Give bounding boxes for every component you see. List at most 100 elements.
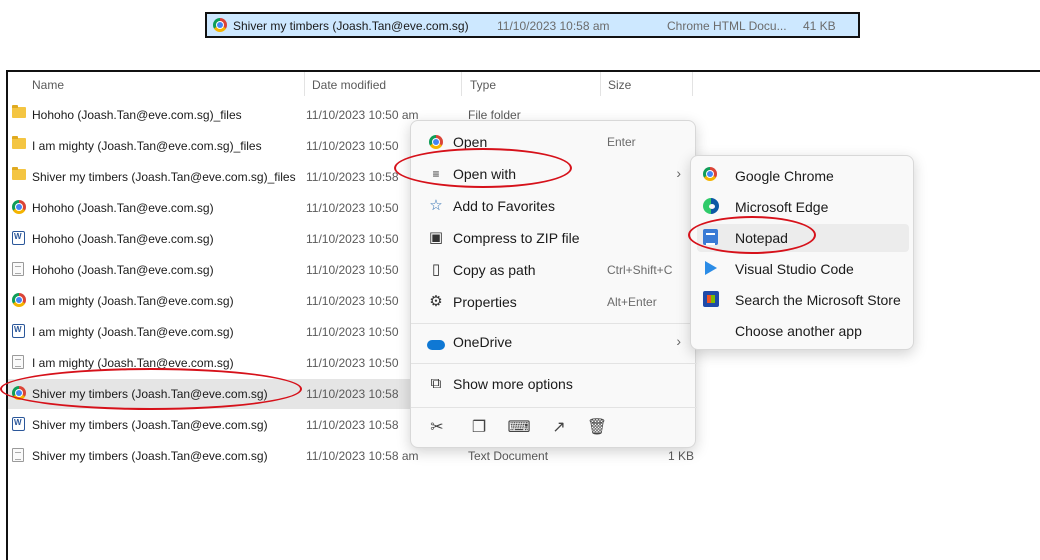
- zip-icon: ▣: [428, 229, 444, 246]
- menu-item-label: Open: [453, 134, 488, 150]
- menu-item-label: Add to Favorites: [453, 198, 555, 214]
- submenu-item-label: Choose another app: [735, 323, 862, 339]
- file-date: 11/10/2023 10:58 am: [306, 449, 419, 463]
- file-date: 11/10/2023 10:50: [306, 294, 399, 308]
- menu-separator: [411, 323, 697, 324]
- text-file-icon: [12, 355, 24, 369]
- vscode-icon: [703, 260, 721, 278]
- file-row[interactable]: Shiver my timbers (Joash.Tan@eve.com.sg)…: [8, 162, 418, 192]
- chevron-right-icon: ›: [676, 165, 681, 181]
- submenu-item-notepad[interactable]: Notepad: [697, 224, 909, 252]
- inset-file-date: 11/10/2023 10:58 am: [497, 19, 610, 33]
- file-name: Shiver my timbers (Joash.Tan@eve.com.sg): [32, 449, 268, 463]
- submenu-item-label: Search the Microsoft Store: [735, 292, 901, 308]
- folder-icon: [12, 167, 26, 180]
- file-type: Text Document: [468, 449, 549, 463]
- column-divider[interactable]: [692, 72, 693, 96]
- submenu-item-vscode[interactable]: Visual Studio Code: [697, 255, 909, 283]
- file-name: Hohoho (Joash.Tan@eve.com.sg)_files: [32, 108, 242, 122]
- column-divider[interactable]: [600, 72, 601, 96]
- submenu-item-label: Notepad: [735, 230, 788, 246]
- menu-item-label: Open with: [453, 166, 517, 182]
- column-divider[interactable]: [461, 72, 462, 96]
- folder-icon: [12, 136, 26, 149]
- menu-item-shortcut: Alt+Enter: [607, 295, 657, 309]
- file-row[interactable]: I am mighty (Joash.Tan@eve.com.sg) 11/10/…: [8, 317, 418, 347]
- column-header-name[interactable]: Name: [32, 78, 64, 92]
- word-doc-icon: [12, 324, 25, 338]
- file-name: Hohoho (Joash.Tan@eve.com.sg): [32, 263, 214, 277]
- submenu-item-label: Google Chrome: [735, 168, 834, 184]
- star-icon: ☆: [429, 197, 443, 214]
- file-row[interactable]: I am mighty (Joash.Tan@eve.com.sg) 11/10/…: [8, 348, 418, 378]
- file-date: 11/10/2023 10:50: [306, 201, 399, 215]
- menu-item-label: Copy as path: [453, 262, 536, 278]
- column-header-size[interactable]: Size: [608, 78, 631, 92]
- delete-icon[interactable]: 🗑: [585, 417, 609, 439]
- submenu-item-google-chrome[interactable]: Google Chrome: [697, 162, 909, 190]
- file-date: 11/10/2023 10:50: [306, 356, 399, 370]
- menu-item-onedrive[interactable]: OneDrive ›: [417, 327, 691, 357]
- file-name: I am mighty (Joash.Tan@eve.com.sg): [32, 325, 234, 339]
- share-window-icon: ⧉: [430, 375, 442, 392]
- menu-item-show-more-options[interactable]: ⧉ Show more options: [417, 369, 691, 399]
- file-name: Shiver my timbers (Joash.Tan@eve.com.sg): [32, 387, 268, 401]
- file-name: I am mighty (Joash.Tan@eve.com.sg): [32, 356, 234, 370]
- cloud-icon: [427, 333, 445, 351]
- submenu-item-label: Visual Studio Code: [735, 261, 854, 277]
- menu-item-open[interactable]: Open Enter: [417, 127, 691, 157]
- text-file-icon: [12, 448, 24, 462]
- file-date: 11/10/2023 10:50: [306, 139, 399, 153]
- menu-item-label: Show more options: [453, 376, 573, 392]
- wrench-icon: ⚙: [429, 293, 443, 310]
- file-row[interactable]: Shiver my timbers (Joash.Tan@eve.com.sg)…: [8, 441, 694, 471]
- store-icon: [703, 291, 721, 309]
- file-row[interactable]: Shiver my timbers (Joash.Tan@eve.com.sg)…: [8, 379, 418, 409]
- menu-item-shortcut: Enter: [607, 135, 636, 149]
- menu-separator: [411, 363, 697, 364]
- column-header-date[interactable]: Date modified: [312, 78, 386, 92]
- menu-item-label: Compress to ZIP file: [453, 230, 580, 246]
- column-header-type[interactable]: Type: [470, 78, 496, 92]
- copy-path-icon: ▯: [431, 261, 441, 278]
- menu-item-copy-as-path[interactable]: ▯ Copy as path Ctrl+Shift+C: [417, 255, 691, 285]
- column-divider[interactable]: [304, 72, 305, 96]
- notepad-icon: [703, 229, 721, 247]
- chrome-icon: [213, 18, 227, 32]
- menu-item-label: Properties: [453, 294, 517, 310]
- menu-item-compress-zip[interactable]: ▣ Compress to ZIP file: [417, 223, 691, 253]
- text-file-icon: [12, 262, 24, 276]
- file-name: Hohoho (Joash.Tan@eve.com.sg): [32, 232, 214, 246]
- file-row[interactable]: Hohoho (Joash.Tan@eve.com.sg) 11/10/2023 …: [8, 224, 418, 254]
- rename-icon[interactable]: ⌨: [507, 417, 531, 439]
- file-row[interactable]: I am mighty (Joash.Tan@eve.com.sg)_files…: [8, 131, 418, 161]
- menu-separator: [411, 407, 697, 408]
- share-icon[interactable]: ↗: [547, 417, 571, 439]
- submenu-item-microsoft-edge[interactable]: Microsoft Edge: [697, 193, 909, 221]
- cut-icon[interactable]: ✂: [425, 417, 449, 439]
- chrome-icon: [12, 200, 26, 214]
- file-size: 1 KB: [668, 449, 695, 463]
- file-date: 11/10/2023 10:50: [306, 325, 399, 339]
- menu-item-properties[interactable]: ⚙ Properties Alt+Enter: [417, 287, 691, 317]
- submenu-item-microsoft-store[interactable]: Search the Microsoft Store: [697, 286, 909, 314]
- menu-item-shortcut: Ctrl+Shift+C: [607, 263, 673, 277]
- file-date: 11/10/2023 10:58: [306, 418, 399, 432]
- submenu-item-label: Microsoft Edge: [735, 199, 829, 215]
- menu-item-label: OneDrive: [453, 334, 513, 350]
- file-row[interactable]: Hohoho (Joash.Tan@eve.com.sg) 11/10/2023 …: [8, 193, 418, 223]
- file-date: 11/10/2023 10:50: [306, 232, 399, 246]
- chrome-icon: [12, 293, 26, 307]
- file-date: 11/10/2023 10:58: [306, 170, 399, 184]
- folder-icon: [12, 105, 26, 118]
- file-row[interactable]: Hohoho (Joash.Tan@eve.com.sg) 11/10/2023 …: [8, 255, 418, 285]
- submenu-item-choose-another-app[interactable]: Choose another app: [697, 317, 909, 345]
- chevron-right-icon: ›: [676, 333, 681, 349]
- file-row[interactable]: Shiver my timbers (Joash.Tan@eve.com.sg)…: [8, 410, 418, 440]
- context-menu: Open Enter ≡ Open with › ☆ Add to Favori…: [410, 120, 697, 448]
- file-row[interactable]: I am mighty (Joash.Tan@eve.com.sg) 11/10/…: [8, 286, 418, 316]
- file-row[interactable]: Hohoho (Joash.Tan@eve.com.sg)_files 11/10…: [8, 100, 521, 130]
- copy-icon[interactable]: ❐: [467, 417, 491, 439]
- menu-item-open-with[interactable]: ≡ Open with ›: [417, 159, 691, 189]
- menu-item-add-to-favorites[interactable]: ☆ Add to Favorites: [417, 191, 691, 221]
